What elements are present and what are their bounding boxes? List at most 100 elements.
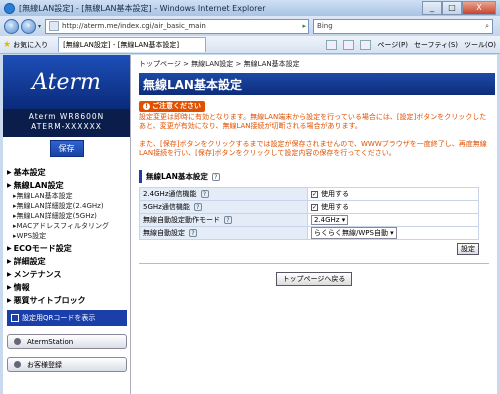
aterm-station-button[interactable]: AtermStation bbox=[7, 334, 127, 349]
back-to-top-button[interactable]: トップページへ戻る bbox=[275, 272, 353, 286]
station-label: AtermStation bbox=[27, 337, 74, 346]
forward-button[interactable]: › bbox=[21, 18, 36, 34]
favorites-button[interactable]: ★ お気に入り bbox=[3, 40, 48, 50]
label-text: 無線自動設定動作モード bbox=[143, 216, 220, 224]
submenu-wireless-basic[interactable]: ▸無線LAN基本設定 bbox=[7, 191, 130, 201]
page-menu[interactable]: ページ(P) bbox=[377, 40, 408, 50]
setting-label: 5GHz通信機能? bbox=[139, 200, 308, 214]
submenu-label: MACアドレスフィルタリング bbox=[16, 222, 109, 230]
qr-code-button[interactable]: 設定用QRコードを表示 bbox=[7, 310, 127, 326]
arrow-icon: ▶ bbox=[7, 271, 12, 278]
address-input[interactable]: http://aterm.me/index.cgi/air_basic_main… bbox=[45, 18, 310, 34]
help-icon[interactable]: ? bbox=[211, 172, 220, 181]
notice-text-2: また、[保存]ボタンをクリックするまでは設定が保存されませんので、WWWブラウザ… bbox=[139, 140, 487, 157]
apply-row: 設定 bbox=[139, 243, 479, 255]
submenu-label: 無線LAN詳細設定(2.4GHz) bbox=[16, 202, 104, 210]
menu-basic-settings[interactable]: ▶ 基本設定 bbox=[7, 167, 130, 178]
star-icon: ★ bbox=[3, 39, 12, 50]
table-row: 2.4GHz通信機能? ✓ 使用する bbox=[139, 187, 479, 201]
submenu-wireless-detail-5[interactable]: ▸無線LAN詳細設定(5GHz) bbox=[7, 211, 130, 221]
setting-label: 2.4GHz通信機能? bbox=[139, 187, 308, 201]
setting-value: ✓ 使用する bbox=[307, 200, 479, 214]
notice-badge-label: ご注意ください bbox=[152, 102, 201, 110]
save-bar: 保存 bbox=[3, 137, 130, 159]
menu-label: ECOモード設定 bbox=[13, 244, 72, 253]
auto-setting-select[interactable]: らくらく無線/WPS自動 ▾ bbox=[311, 227, 397, 239]
back-button[interactable]: ‹ bbox=[4, 18, 19, 34]
submenu-wireless-detail-24[interactable]: ▸無線LAN詳細設定(2.4GHz) bbox=[7, 201, 130, 211]
save-button[interactable]: 保存 bbox=[49, 139, 84, 157]
alert-icon: ! bbox=[143, 103, 150, 110]
label-text: 無線自動設定 bbox=[143, 229, 185, 237]
page-icon bbox=[49, 21, 60, 31]
minimize-button[interactable]: _ bbox=[422, 1, 442, 15]
table-row: 無線自動設定動作モード? 2.4GHz ▾ bbox=[139, 213, 479, 227]
setting-value: 2.4GHz ▾ bbox=[307, 213, 479, 227]
maximize-button[interactable]: □ bbox=[442, 1, 462, 15]
table-row: 無線自動設定? らくらく無線/WPS自動 ▾ bbox=[139, 226, 479, 240]
search-icon[interactable]: ⌕ bbox=[485, 22, 492, 31]
arrow-icon: ▶ bbox=[7, 258, 12, 265]
select-value: らくらく無線/WPS自動 bbox=[314, 229, 388, 237]
menu-label: 悪質サイトブロック bbox=[13, 296, 86, 305]
help-icon[interactable]: ? bbox=[224, 216, 232, 224]
page-title: 無線LAN基本設定 bbox=[139, 73, 495, 95]
setting-label: 無線自動設定動作モード? bbox=[139, 213, 308, 227]
notice-badge: ! ご注意ください bbox=[139, 101, 205, 112]
arrow-icon: ▶ bbox=[7, 284, 12, 291]
search-input[interactable]: Bing ⌕ bbox=[313, 18, 494, 34]
qr-icon bbox=[11, 314, 19, 322]
go-icon[interactable]: ▸ bbox=[301, 22, 309, 30]
submenu-wps[interactable]: ▸WPS設定 bbox=[7, 231, 130, 241]
help-icon[interactable]: ? bbox=[189, 229, 197, 237]
window-title: [無線LAN設定] - [無線LAN基本設定] - Windows Intern… bbox=[19, 3, 266, 13]
menu-label: 情報 bbox=[13, 283, 30, 292]
breadcrumb[interactable]: トップページ > 無線LAN設定 > 無線LAN基本設定 bbox=[131, 55, 497, 69]
browser-tab[interactable]: [無線LAN設定] - [無線LAN基本設定] bbox=[58, 37, 207, 52]
setting-value: らくらく無線/WPS自動 ▾ bbox=[307, 226, 479, 240]
menu-malicious-block[interactable]: ▶ 悪質サイトブロック bbox=[7, 295, 130, 306]
arrow-icon: ▶ bbox=[7, 182, 12, 189]
help-icon[interactable]: ? bbox=[200, 190, 209, 198]
close-button[interactable]: X bbox=[462, 1, 496, 15]
search-provider: Bing bbox=[317, 22, 333, 30]
help-icon[interactable]: ? bbox=[193, 203, 202, 211]
safety-menu[interactable]: セーフティ(S) bbox=[414, 40, 458, 50]
window-titlebar: [無線LAN設定] - [無線LAN基本設定] - Windows Intern… bbox=[0, 0, 500, 16]
print-icon[interactable] bbox=[360, 39, 372, 50]
feed-icon[interactable] bbox=[343, 39, 355, 50]
menu-wireless-settings[interactable]: ▶ 無線LAN設定 bbox=[7, 180, 130, 191]
menu-eco-mode[interactable]: ▶ ECOモード設定 bbox=[7, 243, 130, 254]
settings-table: 2.4GHz通信機能? ✓ 使用する 5GHz通信機能? ✓ 使用する 無線自動設定… bbox=[139, 187, 479, 240]
label-text: 2.4GHz通信機能 bbox=[143, 190, 197, 198]
menu-info[interactable]: ▶ 情報 bbox=[7, 282, 130, 293]
aterm-logo: Aterm bbox=[3, 55, 130, 109]
notice-box: ! ご注意ください 設定変更は即時に有効となります。無線LAN端末から設定を行って… bbox=[139, 101, 489, 158]
apply-button[interactable]: 設定 bbox=[457, 243, 479, 255]
menu-label: 基本設定 bbox=[13, 168, 46, 177]
device-id: ATERM-XXXXXX bbox=[31, 122, 102, 131]
checkbox-24ghz[interactable]: ✓ bbox=[311, 191, 318, 198]
history-dropdown-icon[interactable]: ▾ bbox=[38, 23, 41, 30]
tools-menu[interactable]: ツール(O) bbox=[464, 40, 496, 50]
setting-value: ✓ 使用する bbox=[307, 187, 479, 201]
bullet-icon bbox=[14, 361, 21, 368]
divider bbox=[139, 263, 489, 264]
customer-register-button[interactable]: お客様登録 bbox=[7, 357, 127, 372]
notice-text-1: 設定変更は即時に有効となります。無線LAN端末から設定を行っている場合には、[設… bbox=[139, 113, 487, 130]
back-row: トップページへ戻る bbox=[131, 272, 497, 286]
model-name: Aterm WR8600N bbox=[28, 112, 105, 121]
submenu-mac-filter[interactable]: ▸MACアドレスフィルタリング bbox=[7, 221, 130, 231]
select-value: 2.4GHz bbox=[314, 216, 340, 224]
checkbox-5ghz[interactable]: ✓ bbox=[311, 204, 318, 211]
menu-advanced[interactable]: ▶ 詳細設定 bbox=[7, 256, 130, 267]
label-text: 5GHz通信機能 bbox=[143, 203, 190, 211]
home-icon[interactable] bbox=[326, 39, 338, 50]
model-info: Aterm WR8600N ATERM-XXXXXX bbox=[3, 109, 130, 137]
main-panel: トップページ > 無線LAN設定 > 無線LAN基本設定 無線LAN基本設定 !… bbox=[131, 55, 497, 394]
checkbox-label: 使用する bbox=[321, 203, 349, 211]
submenu-label: WPS設定 bbox=[16, 232, 47, 240]
register-label: お客様登録 bbox=[27, 360, 62, 369]
mode-select[interactable]: 2.4GHz ▾ bbox=[311, 215, 349, 225]
menu-maintenance[interactable]: ▶ メンテナンス bbox=[7, 269, 130, 280]
